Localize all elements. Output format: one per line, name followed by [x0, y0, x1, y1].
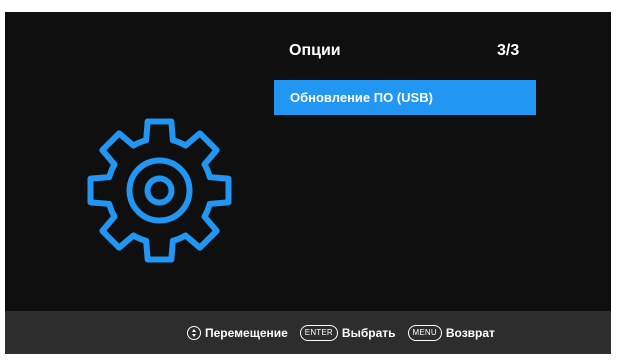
gear-icon [87, 118, 232, 263]
menu-item-firmware-update[interactable]: Обновление ПО (USB) [274, 80, 536, 115]
navigate-updown-icon [187, 325, 201, 340]
enter-key-icon: ENTER [299, 324, 338, 341]
page-counter: 3/3 [497, 42, 520, 59]
footer-bar: Перемещение ENTER Выбрать MENU Возврат [5, 311, 611, 354]
menu-title: Опции [289, 42, 341, 59]
osd-screen: Опции 3/3 Обновление ПО (USB) Перемещени… [5, 12, 611, 354]
gear-outline [87, 118, 232, 263]
menu-item-label: Обновление ПО (USB) [290, 90, 433, 105]
menu-key-icon: MENU [407, 324, 442, 341]
footer-hints: Перемещение ENTER Выбрать MENU Возврат [187, 311, 495, 354]
select-hint: Выбрать [341, 325, 396, 340]
back-hint: Возврат [445, 325, 495, 340]
navigate-hint: Перемещение [205, 325, 288, 340]
